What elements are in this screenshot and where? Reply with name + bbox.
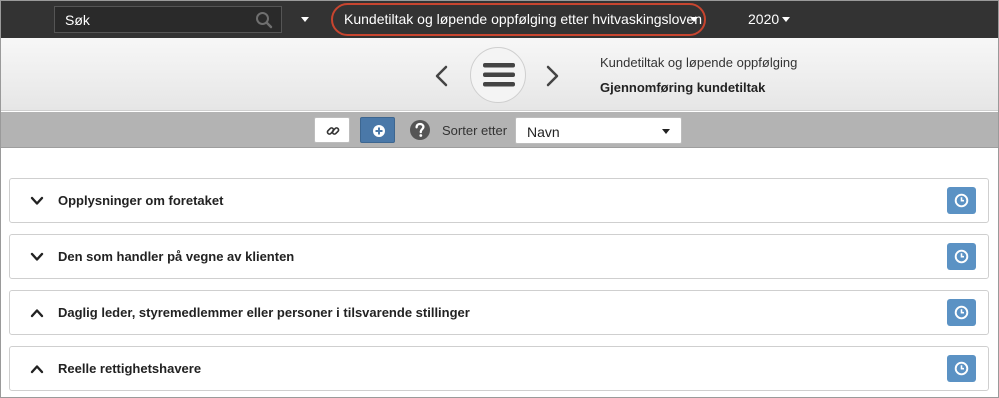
chevron-down-icon[interactable] xyxy=(690,17,698,22)
sort-select-value: Navn xyxy=(527,124,560,140)
chevron-down-icon xyxy=(301,17,309,22)
toolbar: Sorter etter Navn xyxy=(1,112,998,148)
section-panel[interactable]: Daglig leder, styremedlemmer eller perso… xyxy=(9,290,989,335)
chevron-down-icon[interactable] xyxy=(30,195,44,207)
clock-icon xyxy=(954,193,969,208)
history-button[interactable] xyxy=(947,187,976,214)
chevron-down-icon[interactable] xyxy=(782,17,790,22)
sort-label: Sorter etter xyxy=(442,123,508,138)
section-panel[interactable]: Den som handler på vegne av klienten xyxy=(9,234,989,279)
section-title[interactable]: Den som handler på vegne av klienten xyxy=(58,249,294,264)
section-title[interactable]: Daglig leder, styremedlemmer eller perso… xyxy=(58,305,470,320)
chevron-down-icon xyxy=(662,129,670,134)
hamburger-icon xyxy=(483,63,515,87)
section-title[interactable]: Opplysninger om foretaket xyxy=(58,193,223,208)
section-title[interactable]: Reelle rettighetshavere xyxy=(58,361,201,376)
content-area: Opplysninger om foretaket Den som handle… xyxy=(1,148,998,397)
chevron-down-icon[interactable] xyxy=(30,251,44,263)
history-button[interactable] xyxy=(947,355,976,382)
top-bar: Kundetiltak og løpende oppfølging etter … xyxy=(1,1,998,38)
history-button[interactable] xyxy=(947,243,976,270)
clock-icon xyxy=(954,305,969,320)
previous-icon[interactable] xyxy=(432,64,452,88)
search-dropdown-toggle[interactable] xyxy=(295,9,315,29)
plus-circle-icon xyxy=(373,125,385,137)
search-input[interactable] xyxy=(55,7,255,32)
sort-select[interactable]: Navn xyxy=(515,117,682,144)
section-panel[interactable]: Opplysninger om foretaket xyxy=(9,178,989,223)
link-icon xyxy=(326,127,340,135)
year-dropdown[interactable]: 2020 xyxy=(748,11,779,27)
search-box[interactable] xyxy=(54,6,282,33)
module-title-dropdown[interactable]: Kundetiltak og løpende oppfølging etter … xyxy=(344,11,702,27)
chevron-up-icon[interactable] xyxy=(30,307,44,319)
next-icon[interactable] xyxy=(542,64,562,88)
menu-button[interactable] xyxy=(470,47,526,103)
page-header: Kundetiltak og løpende oppfølging Gjenno… xyxy=(1,38,998,111)
chevron-up-icon[interactable] xyxy=(30,363,44,375)
help-icon[interactable] xyxy=(409,119,431,141)
search-icon[interactable] xyxy=(255,11,273,29)
history-button[interactable] xyxy=(947,299,976,326)
add-button[interactable] xyxy=(360,117,395,143)
clock-icon xyxy=(954,249,969,264)
page-title: Gjennomføring kundetiltak xyxy=(600,80,766,95)
breadcrumb: Kundetiltak og løpende oppfølging xyxy=(600,55,798,70)
link-button[interactable] xyxy=(314,117,350,143)
section-panel[interactable]: Reelle rettighetshavere xyxy=(9,346,989,391)
clock-icon xyxy=(954,361,969,376)
